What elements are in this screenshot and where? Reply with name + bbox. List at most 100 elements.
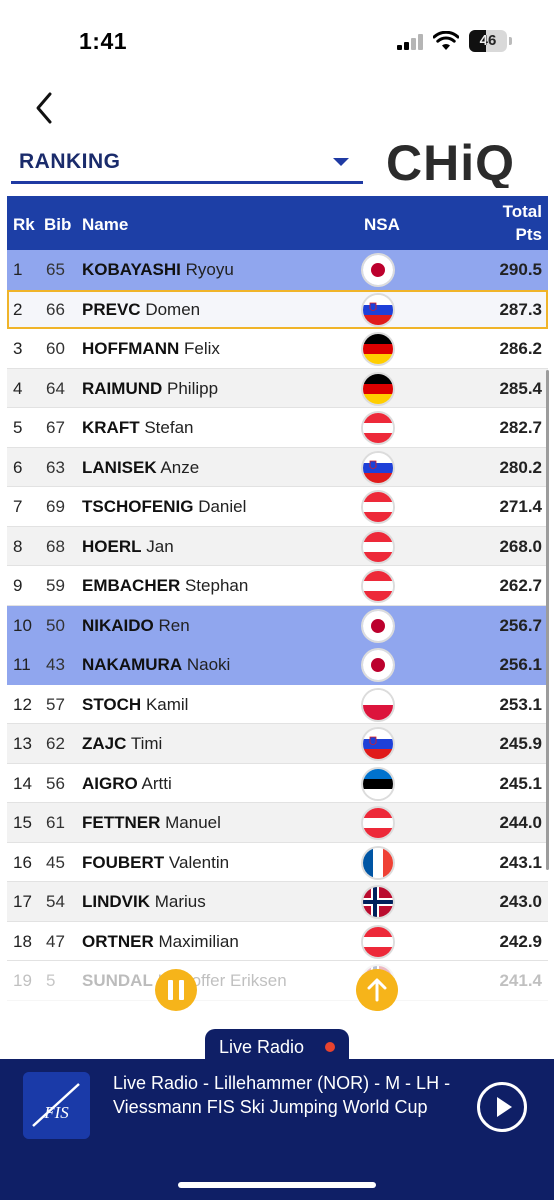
athlete-surname: KRAFT — [82, 418, 140, 437]
athlete-surname: NIKAIDO — [82, 615, 154, 635]
pause-icon-bar — [179, 980, 184, 1000]
athlete-name-cell: ORTNER Maximilian — [82, 922, 352, 961]
header-nsa[interactable]: NSA — [364, 215, 400, 235]
header-total[interactable]: Total — [503, 202, 542, 222]
bib-cell: 64 — [46, 378, 65, 398]
bib-cell: 45 — [46, 852, 65, 872]
live-radio-tab[interactable]: Live Radio — [205, 1029, 349, 1063]
fis-logo: FIS — [23, 1072, 90, 1139]
table-row[interactable]: 10 50 NIKAIDO Ren 256.7 — [7, 605, 548, 645]
athlete-firstname: Valentin — [168, 852, 230, 872]
table-row[interactable]: 6 63 LANISEK Anze 280.2 — [7, 447, 548, 487]
play-icon[interactable] — [477, 1082, 527, 1132]
ranking-dropdown[interactable]: RANKING — [11, 146, 363, 184]
athlete-name-cell: FETTNER Manuel — [82, 803, 352, 842]
athlete-surname: PREVC — [82, 299, 141, 319]
athlete-firstname: Jan — [146, 536, 174, 556]
athlete-firstname: Artti — [141, 773, 172, 793]
ranking-dropdown-label: RANKING — [19, 150, 121, 173]
header-name[interactable]: Name — [82, 215, 128, 235]
header-pts[interactable]: Pts — [516, 225, 542, 245]
pause-button[interactable] — [155, 969, 197, 1011]
nsa-flag-icon — [363, 294, 393, 325]
table-row[interactable]: 15 61 FETTNER Manuel 244.0 — [7, 803, 548, 843]
total-points-cell: 245.1 — [499, 773, 542, 793]
table-row[interactable]: 4 64 RAIMUND Philipp 285.4 — [7, 368, 548, 408]
athlete-surname: ORTNER — [82, 931, 154, 951]
rank-cell: 11 — [13, 655, 31, 674]
rank-cell: 16 — [13, 852, 32, 872]
athlete-name-cell: AIGRO Artti — [82, 764, 352, 803]
athlete-name-cell: TSCHOFENIG Daniel — [82, 487, 352, 526]
table-row[interactable]: 7 69 TSCHOFENIG Daniel 271.4 — [7, 487, 548, 527]
rank-cell: 8 — [13, 536, 23, 556]
total-points-cell: 287.3 — [499, 299, 542, 319]
bib-cell: 59 — [46, 576, 65, 595]
table-row[interactable]: 16 45 FOUBERT Valentin 243.1 — [7, 842, 548, 882]
total-points-cell: 243.1 — [499, 852, 542, 872]
scroll-to-top-button[interactable] — [356, 969, 398, 1011]
total-points-cell: 241.4 — [499, 971, 542, 990]
home-indicator — [178, 1182, 376, 1188]
athlete-surname: HOFFMANN — [82, 339, 180, 358]
total-points-cell: 242.9 — [499, 931, 542, 951]
live-radio-tab-label: Live Radio — [219, 1037, 305, 1057]
table-row[interactable]: 3 60 HOFFMANN Felix 286.2 — [7, 329, 548, 369]
table-row[interactable]: 8 68 HOERL Jan 268.0 — [7, 526, 548, 566]
live-indicator-dot — [325, 1042, 335, 1052]
bib-cell: 63 — [46, 457, 65, 477]
wifi-icon — [433, 31, 459, 50]
bib-cell: 66 — [46, 299, 65, 319]
table-row[interactable]: 12 57 STOCH Kamil 253.1 — [7, 684, 548, 724]
table-row[interactable]: 13 62 ZAJC Timi 245.9 — [7, 724, 548, 764]
chiq-logo-text: CHiQ — [386, 136, 515, 188]
rank-cell: 2 — [13, 299, 23, 319]
nsa-flag-icon — [363, 373, 393, 404]
athlete-firstname: Marius — [154, 892, 206, 911]
nsa-flag-icon — [363, 847, 393, 878]
table-row[interactable]: 19 5 SUNDAL Kristoffer Eriksen 241.4 — [7, 961, 548, 1001]
header-rk[interactable]: Rk — [13, 215, 35, 235]
athlete-firstname: Maximilian — [158, 931, 239, 951]
athlete-surname: FETTNER — [82, 813, 161, 832]
nsa-flag-icon — [363, 729, 393, 759]
total-points-cell: 262.7 — [499, 576, 542, 595]
bib-cell: 50 — [46, 615, 65, 635]
athlete-surname: SUNDAL — [82, 971, 153, 990]
scrollbar[interactable] — [546, 370, 549, 870]
chiq-logo: CHiQ — [386, 136, 515, 188]
table-row[interactable]: 1 65 KOBAYASHI Ryoyu 290.5 — [7, 250, 548, 290]
table-row[interactable]: 18 47 ORTNER Maximilian 242.9 — [7, 921, 548, 961]
header-bib[interactable]: Bib — [44, 215, 71, 235]
table-row[interactable]: 17 54 LINDVIK Marius 243.0 — [7, 882, 548, 922]
battery-nub — [509, 37, 512, 45]
athlete-name-cell: HOFFMANN Felix — [82, 329, 352, 368]
back-chevron-icon[interactable] — [30, 90, 60, 126]
athlete-surname: RAIMUND — [82, 378, 163, 398]
athlete-name-cell: ZAJC Timi — [82, 724, 352, 763]
nsa-flag-icon — [363, 571, 393, 601]
table-row[interactable]: 14 56 AIGRO Artti 245.1 — [7, 763, 548, 803]
total-points-cell: 271.4 — [499, 497, 542, 516]
athlete-firstname: Daniel — [198, 497, 247, 516]
battery-icon: 46 — [469, 30, 507, 52]
bib-cell: 67 — [46, 418, 65, 437]
table-row[interactable]: 9 59 EMBACHER Stephan 262.7 — [7, 566, 548, 606]
pause-icon — [168, 980, 173, 1000]
bib-cell: 61 — [46, 813, 65, 832]
total-points-cell: 280.2 — [499, 457, 542, 477]
table-header: Rk Bib Name NSA Total Pts — [7, 196, 548, 250]
athlete-name-cell: EMBACHER Stephan — [82, 566, 352, 605]
nsa-flag-icon — [363, 689, 393, 720]
athlete-surname: ZAJC — [82, 734, 127, 753]
rank-cell: 12 — [13, 694, 32, 714]
table-row[interactable]: 5 67 KRAFT Stefan 282.7 — [7, 408, 548, 448]
table-row[interactable]: 2 66 PREVC Domen 287.3 — [7, 289, 548, 329]
athlete-name-cell: PREVC Domen — [82, 290, 352, 329]
athlete-firstname: Manuel — [165, 813, 221, 832]
total-points-cell: 245.9 — [499, 734, 542, 753]
status-time: 1:41 — [79, 28, 128, 54]
table-row[interactable]: 11 43 NAKAMURA Naoki 256.1 — [7, 645, 548, 685]
nsa-flag-icon — [363, 492, 393, 522]
table-body: 1 65 KOBAYASHI Ryoyu 290.5 2 66 PREVC Domen 287… — [7, 250, 548, 1001]
